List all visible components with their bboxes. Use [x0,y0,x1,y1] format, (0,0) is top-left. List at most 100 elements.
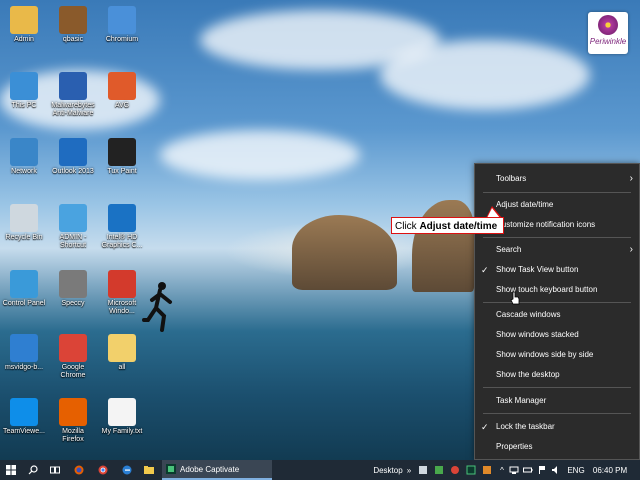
desktop-icon-google-chrome[interactable]: Google Chrome [45,334,101,380]
desktop-icon-firefox[interactable]: Mozilla Firefox [45,398,101,444]
desktop-icon-intel-graphics[interactable]: Intel® HD Graphics C... [94,204,150,250]
menu-item-cascade-windows[interactable]: Cascade windows [475,306,639,324]
firefox-icon [59,398,87,426]
taskbar-file-explorer[interactable] [140,460,158,480]
search-icon [28,465,38,475]
microsoft-window-icon [108,270,136,298]
tray-app-2[interactable] [432,460,446,480]
wallpaper-rock [412,200,474,292]
language-indicator[interactable]: ENG [564,460,588,480]
folder-icon [144,466,154,474]
windows-logo-icon [6,465,16,475]
taskbar-firefox[interactable] [70,460,88,480]
speccy-icon [59,270,87,298]
chromium-icon [108,6,136,34]
desktop-icon-avg[interactable]: AVG [94,72,150,110]
checkmark-icon: ✓ [481,422,489,432]
show-hidden-icons-button[interactable]: ^ [496,460,508,480]
menu-item-show-the-desktop[interactable]: Show the desktop [475,366,639,384]
menu-item-show-task-view-button[interactable]: ✓ Show Task View button [475,261,639,279]
checkmark-icon: ✓ [481,265,489,275]
tray-app-1[interactable] [416,460,430,480]
text-file-icon [108,398,136,426]
desktop-icon-label: Intel® HD Graphics C... [101,234,143,249]
desktop-icon-label: Tux Paint [107,168,137,175]
task-view-icon [50,466,60,474]
qbasic-icon [59,6,87,34]
desktop-icon-label: Chromium [105,36,139,43]
msvidgo-icon [10,334,38,362]
desktop-icon-text-file[interactable]: My Family.txt [94,398,150,436]
callout-target: Adjust date/time [419,221,498,232]
menu-item-lock-the-taskbar[interactable]: ✓ Lock the taskbar [475,418,639,436]
taskbar[interactable]: Adobe Captivate Desktop » ^ ENG 06:40 PM [0,460,640,480]
language-label: ENG [567,465,585,475]
desktop-icon-label: Microsoft Windo... [107,300,137,315]
desktop-icon-malwarebytes[interactable]: Malwarebytes Anti-Malware [45,72,101,118]
desktop-icon-label: Malwarebytes Anti-Malware [51,102,95,117]
menu-item-label: Customize notification icons [496,220,596,229]
menu-separator [483,387,631,388]
desktop-icon-speccy[interactable]: Speccy [45,270,101,308]
menu-item-show-windows-side-by-side[interactable]: Show windows side by side [475,346,639,364]
admin-shortcut-icon [59,204,87,232]
desktop-icon-microsoft-window[interactable]: Microsoft Windo... [94,270,150,316]
desktop-icon-label: qbasic [62,36,84,43]
tray-app-5[interactable] [480,460,494,480]
app-tray-icon [419,466,427,474]
desktop-icon-admin-shortcut[interactable]: ADMIN - Shortcut [45,204,101,250]
taskbar-adobe-captivate[interactable]: Adobe Captivate [162,460,272,480]
tray-notification-flag[interactable] [536,460,548,480]
task-view-button[interactable] [46,460,64,480]
clock[interactable]: 06:40 PM [592,460,628,480]
captivate-tray-icon [466,465,476,475]
menu-separator [483,413,631,414]
folder-icon [108,334,136,362]
chevron-right-icon: › [629,173,633,184]
menu-item-search[interactable]: Search › [475,241,639,259]
edge-icon [122,465,132,475]
tray-app-3[interactable] [448,460,462,480]
periwinkle-logo: Periwinkle [588,12,628,54]
tray-battery[interactable] [522,460,534,480]
menu-item-task-manager[interactable]: Task Manager [475,392,639,410]
menu-item-toolbars[interactable]: Toolbars › [475,170,639,188]
desktop-icon-outlook[interactable]: Outlook 2013 [45,138,101,176]
malwarebytes-icon [59,72,87,100]
desktop-icon-label: Mozilla Firefox [62,428,84,443]
desktop-toolbar-chevron[interactable]: » [404,460,414,480]
tray-volume[interactable] [550,460,562,480]
menu-separator [483,237,631,238]
clock-time: 06:40 PM [592,465,628,475]
menu-item-show-windows-stacked[interactable]: Show windows stacked [475,326,639,344]
tray-app-4[interactable] [464,460,478,480]
desktop-icon-label: Outlook 2013 [52,168,94,175]
desktop-icon-qbasic[interactable]: qbasic [45,6,101,44]
desktop-icon-tux-paint[interactable]: Tux Paint [94,138,150,176]
desktop-icon-chromium[interactable]: Chromium [94,6,150,44]
recycle-bin-icon [10,204,38,232]
desktop-icon-label: ADMIN - Shortcut [59,234,87,249]
menu-item-label: Search [496,245,522,254]
tux-paint-icon [108,138,136,166]
desktop-icon-folder[interactable]: all [94,334,150,372]
menu-separator [483,302,631,303]
desktop-toolbar-label: Desktop [373,465,403,475]
wallpaper-cloud [160,130,360,180]
desktop-icon-label: Google Chrome [60,364,86,379]
show-desktop-button[interactable] [630,460,638,480]
taskbar-edge[interactable] [118,460,136,480]
start-button[interactable] [2,460,20,480]
desktop-toolbar[interactable]: Desktop [372,460,404,480]
adobe-captivate-icon [166,464,176,474]
taskbar-chrome[interactable] [94,460,112,480]
green-app-icon [435,466,443,474]
menu-item-properties[interactable]: Properties [475,438,639,456]
wallpaper-cloud [380,40,590,110]
chevron-double-right-icon: » [406,465,412,475]
tray-network[interactable] [508,460,520,480]
menu-separator [483,192,631,193]
search-button[interactable] [24,460,42,480]
menu-item-show-touch-keyboard-button[interactable]: Show touch keyboard button [475,281,639,299]
callout-prefix: Click [395,221,420,232]
